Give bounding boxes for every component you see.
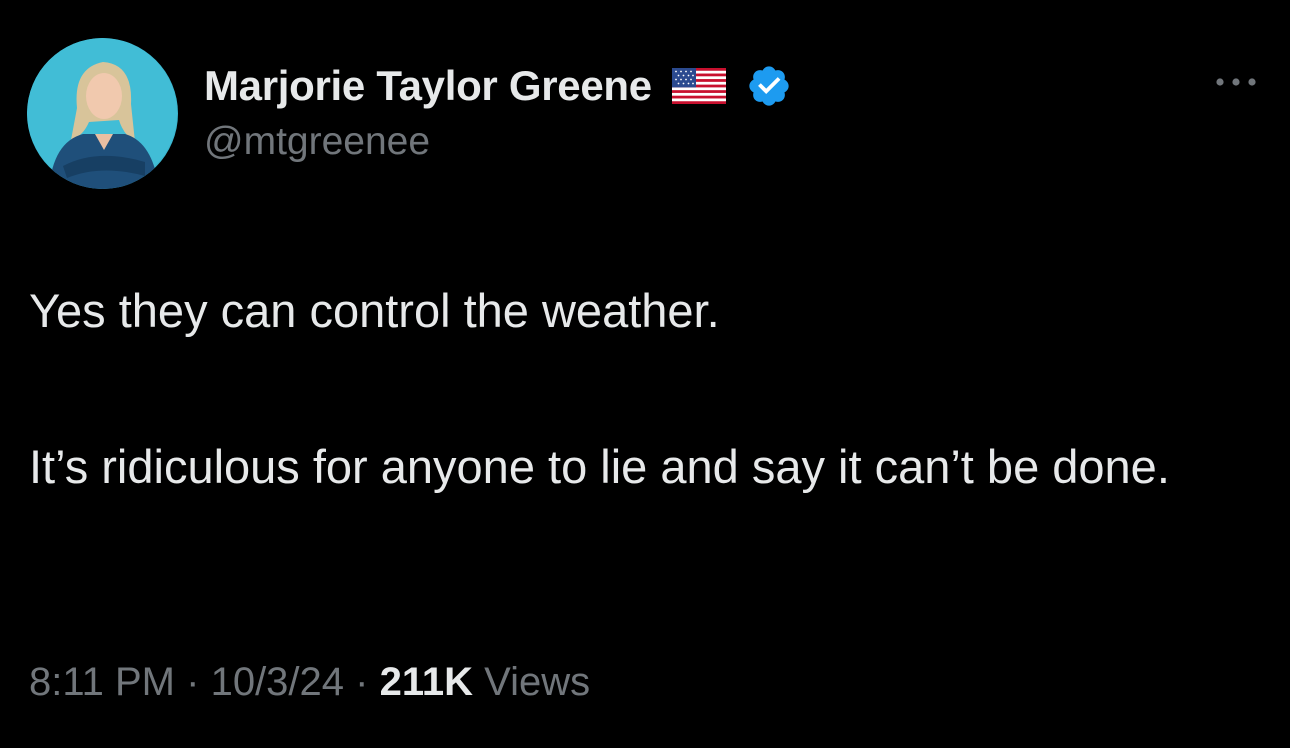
author-row: Marjorie Taylor Greene [204, 56, 792, 116]
display-name[interactable]: Marjorie Taylor Greene [204, 62, 652, 110]
tweet-card: Marjorie Taylor Greene @mtgreenee Yes th… [0, 0, 1290, 748]
meta-separator: · [186, 660, 200, 704]
tweet-paragraph: It’s ridiculous for anyone to lie and sa… [29, 440, 1170, 493]
views-label: Views [484, 660, 591, 704]
views-count: 211K [379, 660, 474, 704]
tweet-metadata: 8:11 PM · 10/3/24 · 211K Views [29, 660, 590, 705]
verified-badge-icon[interactable] [746, 63, 792, 109]
tweet-paragraph: Yes they can control the weather. [29, 284, 720, 337]
tweet-text: Yes they can control the weather. It’s r… [29, 272, 1259, 506]
avatar[interactable] [27, 38, 178, 189]
author-handle[interactable]: @mtgreenee [204, 120, 430, 164]
avatar-image [27, 38, 178, 189]
tweet-date[interactable]: 10/3/24 [211, 660, 344, 704]
us-flag-icon [671, 68, 726, 104]
more-options-icon[interactable] [1210, 68, 1262, 96]
meta-separator: · [355, 660, 369, 704]
tweet-time[interactable]: 8:11 PM [29, 660, 175, 704]
